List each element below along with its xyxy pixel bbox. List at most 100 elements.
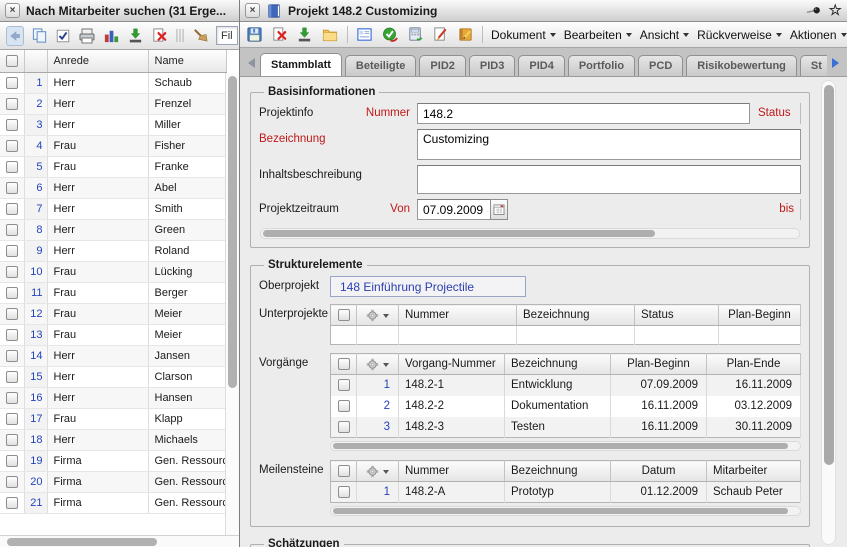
select-checkbox-icon[interactable] — [55, 26, 71, 46]
table-row[interactable]: 2 148.2-2 Dokumentation 16.11.2009 03.12… — [331, 396, 801, 417]
row-checkbox[interactable] — [6, 308, 18, 320]
left-vertical-scrollbar[interactable] — [225, 73, 239, 535]
row-number-link[interactable]: 11 — [24, 282, 47, 303]
row-checkbox[interactable] — [6, 140, 18, 152]
row-number-link[interactable]: 4 — [24, 135, 47, 156]
row-checkbox[interactable] — [6, 497, 18, 509]
table-row[interactable]: 5 Frau Franke — [0, 156, 226, 177]
column-header[interactable]: Status — [635, 305, 719, 326]
save-icon[interactable] — [246, 25, 263, 45]
tab-stammblatt[interactable]: Stammblatt — [260, 53, 342, 76]
row-number-link[interactable]: 18 — [24, 429, 47, 450]
row-checkbox[interactable] — [6, 329, 18, 341]
table-row[interactable]: 16 Herr Hansen — [0, 387, 226, 408]
copy-icon[interactable] — [31, 26, 48, 46]
tab-pid3[interactable]: PID3 — [469, 55, 515, 76]
row-checkbox[interactable] — [6, 392, 18, 404]
gear-icon[interactable] — [366, 309, 379, 322]
tab-pid4[interactable]: PID4 — [518, 55, 564, 76]
row-checkbox[interactable] — [6, 455, 18, 467]
table-row[interactable]: 19 Firma Gen. Ressourc — [0, 450, 226, 471]
nummer-field[interactable] — [417, 103, 750, 124]
vorgaenge-horizontal-scrollbar[interactable] — [330, 441, 801, 451]
bezeichnung-field[interactable]: Customizing — [417, 129, 801, 160]
clean-broom-icon[interactable] — [192, 26, 209, 46]
row-number-link[interactable]: 2 — [357, 396, 399, 417]
menu-ansicht[interactable]: Ansicht — [640, 28, 689, 42]
row-number-link[interactable]: 7 — [24, 198, 47, 219]
chart-icon[interactable] — [103, 26, 120, 46]
table-row[interactable]: 8 Herr Green — [0, 219, 226, 240]
delete-icon[interactable] — [151, 26, 168, 46]
row-number-link[interactable]: 17 — [24, 408, 47, 429]
row-checkbox[interactable] — [338, 400, 350, 412]
record-card-icon[interactable] — [356, 25, 373, 45]
export-icon[interactable] — [127, 26, 144, 46]
row-checkbox[interactable] — [6, 350, 18, 362]
row-number-link[interactable]: 1 — [24, 72, 47, 93]
star-icon[interactable]: ☆ — [829, 3, 842, 18]
row-number-link[interactable]: 21 — [24, 492, 47, 513]
row-checkbox[interactable] — [6, 476, 18, 488]
menu-rueckverweise[interactable]: Rückverweise — [697, 28, 782, 42]
print-icon[interactable] — [78, 26, 96, 46]
content-vertical-scrollbar[interactable] — [821, 80, 836, 545]
row-checkbox[interactable] — [6, 224, 18, 236]
pin-icon[interactable] — [805, 3, 823, 19]
column-header[interactable]: Nummer — [399, 461, 505, 482]
menu-aktionen[interactable]: Aktionen — [790, 28, 847, 42]
row-checkbox[interactable] — [6, 434, 18, 446]
notebook-pencil-icon[interactable] — [457, 25, 474, 45]
folder-icon[interactable] — [321, 25, 339, 45]
select-all-checkbox[interactable] — [338, 465, 350, 477]
inhaltsbeschreibung-field[interactable] — [417, 165, 801, 194]
tab-clipped[interactable]: St — [800, 55, 827, 76]
row-number-link[interactable]: 20 — [24, 471, 47, 492]
table-row[interactable]: 6 Herr Abel — [0, 177, 226, 198]
edit-page-icon[interactable] — [432, 25, 449, 45]
row-number-link[interactable]: 14 — [24, 345, 47, 366]
meilensteine-horizontal-scrollbar[interactable] — [330, 506, 801, 516]
oberprojekt-link[interactable]: 148 Einführung Projectile — [330, 276, 526, 297]
column-header[interactable]: Plan-Beginn — [611, 354, 707, 375]
table-row[interactable]: 13 Frau Meier — [0, 324, 226, 345]
row-number-link[interactable]: 1 — [357, 375, 399, 396]
row-number-link[interactable]: 3 — [357, 417, 399, 438]
table-row[interactable]: 11 Frau Berger — [0, 282, 226, 303]
row-checkbox[interactable] — [338, 421, 350, 433]
row-checkbox[interactable] — [6, 161, 18, 173]
column-header[interactable]: Mitarbeiter — [707, 461, 801, 482]
row-number-link[interactable]: 10 — [24, 261, 47, 282]
table-row[interactable]: 1 148.2-A Prototyp 01.12.2009 Schaub Pet… — [331, 482, 801, 503]
delete-icon[interactable] — [271, 25, 288, 45]
close-icon[interactable]: × — [5, 3, 20, 18]
tab-scroll-left-icon[interactable] — [243, 52, 260, 74]
table-row[interactable]: 3 148.2-3 Testen 16.11.2009 30.11.2009 — [331, 417, 801, 438]
table-row[interactable]: 14 Herr Jansen — [0, 345, 226, 366]
column-header[interactable]: Bezeichnung — [517, 305, 635, 326]
row-checkbox[interactable] — [6, 119, 18, 131]
column-header[interactable]: Plan-Ende — [707, 354, 801, 375]
column-header[interactable]: Vorgang-Nummer — [399, 354, 505, 375]
row-number-link[interactable]: 5 — [24, 156, 47, 177]
row-number-link[interactable]: 6 — [24, 177, 47, 198]
table-row[interactable]: 21 Firma Gen. Ressourc — [0, 492, 226, 513]
chevron-down-icon[interactable] — [383, 314, 389, 321]
column-header[interactable]: Datum — [611, 461, 707, 482]
table-row[interactable]: 20 Firma Gen. Ressourc — [0, 471, 226, 492]
scrollbar-thumb[interactable] — [333, 508, 788, 514]
row-checkbox[interactable] — [6, 77, 18, 89]
row-number-link[interactable]: 8 — [24, 219, 47, 240]
scrollbar-thumb[interactable] — [263, 230, 655, 237]
row-number-link[interactable]: 13 — [24, 324, 47, 345]
column-header[interactable]: Nummer — [399, 305, 517, 326]
chevron-down-icon[interactable] — [383, 363, 389, 370]
row-checkbox[interactable] — [6, 266, 18, 278]
table-row[interactable]: 1 148.2-1 Entwicklung 07.09.2009 16.11.2… — [331, 375, 801, 396]
tab-scroll-right-icon[interactable] — [827, 52, 844, 74]
tab-pcd[interactable]: PCD — [638, 55, 683, 76]
tab-risikobewertung[interactable]: Risikobewertung — [686, 55, 797, 76]
basis-horizontal-scrollbar[interactable] — [260, 228, 800, 239]
table-row[interactable]: 10 Frau Lücking — [0, 261, 226, 282]
row-checkbox[interactable] — [338, 379, 350, 391]
